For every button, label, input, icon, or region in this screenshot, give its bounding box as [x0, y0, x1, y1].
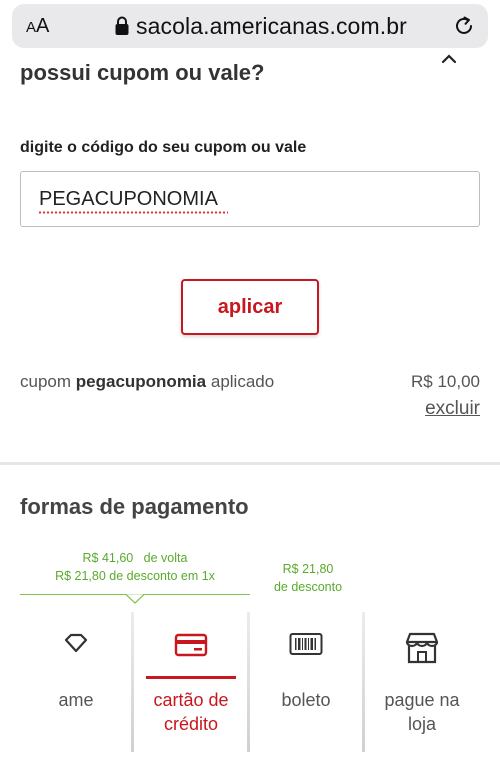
- ame-heart-icon: [64, 633, 88, 653]
- coupon-field-label: digite o código do seu cupom ou vale: [20, 139, 307, 156]
- payment-section-title: formas de pagamento: [20, 494, 249, 519]
- active-tab-indicator: [146, 676, 236, 679]
- credit-card-icon: [174, 633, 208, 657]
- text-size-large-glyph: A: [36, 15, 50, 37]
- boleto-promo-text: de desconto: [273, 580, 343, 594]
- payment-tab-credit-card[interactable]: cartão de crédito: [134, 612, 248, 763]
- ame-promo-cashback: R$ 41,60 de volta: [82, 551, 188, 565]
- payment-tab-label: boleto: [281, 690, 331, 710]
- store-icon: [405, 632, 439, 664]
- text-size-button[interactable]: AA: [26, 15, 49, 38]
- coupon-section-title: possui cupom ou vale?: [20, 60, 265, 85]
- payment-tab-ame[interactable]: ame: [18, 612, 134, 763]
- payment-tab-boleto[interactable]: boleto: [248, 612, 364, 763]
- coupon-input[interactable]: [20, 171, 480, 227]
- boleto-promo-badge: R$ 21,80 de desconto: [256, 560, 360, 596]
- text-size-small-glyph: A: [26, 19, 37, 36]
- coupon-applied-message: cupom pegacuponomia aplicado: [20, 372, 274, 392]
- section-divider: [0, 462, 500, 465]
- payment-tab-label: cartão de crédito: [153, 690, 229, 734]
- barcode-icon: [289, 633, 323, 655]
- promo-caret-icon: [126, 594, 144, 604]
- chevron-up-icon[interactable]: [440, 52, 458, 66]
- boleto-promo-value: R$ 21,80: [282, 562, 334, 576]
- payment-tab-store[interactable]: pague na loja: [364, 612, 480, 763]
- reload-icon[interactable]: [452, 14, 476, 38]
- browser-toolbar: AA sacola.americanas.com.br: [0, 0, 500, 56]
- payment-tab-label: ame: [58, 690, 94, 710]
- coupon-discount-value: R$ 10,00: [411, 372, 480, 391]
- remove-coupon-link[interactable]: excluir: [425, 398, 480, 420]
- lock-icon: [115, 16, 129, 35]
- applied-suffix: aplicado: [210, 372, 275, 391]
- apply-coupon-button[interactable]: aplicar: [181, 279, 319, 335]
- applied-coupon-code: pegacuponomia: [75, 372, 207, 391]
- payment-tab-label: pague na loja: [384, 690, 460, 734]
- ame-promo-discount: R$ 21,80 de desconto em 1x: [55, 569, 215, 583]
- applied-prefix: cupom: [20, 372, 72, 391]
- url-text: sacola.americanas.com.br: [136, 13, 407, 39]
- spellcheck-underline: [38, 211, 228, 214]
- ame-promo-badge: R$ 41,60 de volta R$ 21,80 de desconto e…: [20, 549, 250, 585]
- address-bar[interactable]: AA sacola.americanas.com.br: [12, 4, 488, 48]
